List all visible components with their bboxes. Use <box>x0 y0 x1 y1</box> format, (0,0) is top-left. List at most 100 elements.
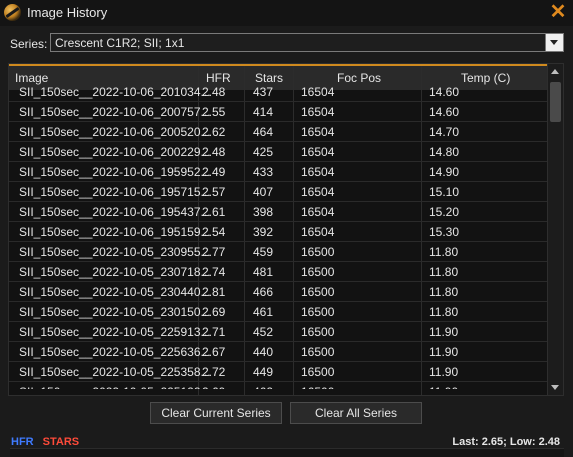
cell-foc-pos: 16504 <box>301 205 335 219</box>
clear-all-series-button[interactable]: Clear All Series <box>290 402 422 424</box>
cell-hfr: 2.55 <box>202 105 226 119</box>
table-row[interactable]: SII_150sec__2022-10-06_201034... 2.48 437 1… <box>9 82 549 102</box>
table-row[interactable]: SII_150sec__2022-10-06_195159... 2.54 392 1… <box>9 222 549 242</box>
cell-temp: 11.80 <box>429 285 459 299</box>
legend-hfr: HFR <box>11 436 34 448</box>
table-row[interactable]: SII_150sec__2022-10-05_230150... 2.69 461 1… <box>9 302 549 322</box>
series-value: Crescent C1R2; SII; 1x1 <box>55 36 185 50</box>
title-bar: Image History ✕ <box>0 0 573 26</box>
cell-image: SII_150sec__2022-10-06_195159... <box>19 225 211 239</box>
cell-foc-pos: 16504 <box>301 105 335 119</box>
cell-image: SII_150sec__2022-10-06_200229... <box>19 145 211 159</box>
scroll-thumb[interactable] <box>550 82 561 122</box>
cell-hfr: 2.71 <box>202 325 226 339</box>
cell-stars: 392 <box>253 225 274 239</box>
vertical-scrollbar[interactable] <box>547 64 563 395</box>
cell-image: SII_150sec__2022-10-06_195715... <box>19 185 211 199</box>
cell-image: SII_150sec__2022-10-05_225913... <box>19 325 211 339</box>
cell-hfr: 2.77 <box>202 245 226 259</box>
legend-stars: STARS <box>42 436 80 448</box>
cell-image: SII_150sec__2022-10-06_195952... <box>19 165 211 179</box>
cell-temp: 15.10 <box>429 185 460 199</box>
cell-stars: 407 <box>253 185 274 199</box>
cell-hfr: 2.48 <box>202 85 226 99</box>
series-dropdown[interactable]: Crescent C1R2; SII; 1x1 <box>50 33 564 52</box>
close-icon[interactable]: ✕ <box>549 2 567 22</box>
cell-temp: 11.90 <box>429 345 459 359</box>
cell-stars: 425 <box>253 145 274 159</box>
cell-stars: 414 <box>253 105 274 119</box>
table-row[interactable]: SII_150sec__2022-10-05_225358... 2.72 449 1… <box>9 362 549 382</box>
cell-hfr: 2.61 <box>202 205 226 219</box>
hfr-stats: Last: 2.65; Low: 2.48 <box>452 436 560 448</box>
cell-image: SII_150sec__2022-10-05_230440... <box>19 285 211 299</box>
series-label: Series: <box>10 37 48 51</box>
table-row[interactable]: SII_150sec__2022-10-06_200520... 2.62 464 1… <box>9 122 549 142</box>
table-row[interactable]: SII_150sec__2022-10-06_200229... 2.48 425 1… <box>9 142 549 162</box>
cell-stars: 440 <box>253 345 274 359</box>
cell-image: SII_150sec__2022-10-05_225122... <box>19 385 211 389</box>
cell-foc-pos: 16500 <box>301 305 335 319</box>
window-title: Image History <box>27 5 108 20</box>
table-row[interactable]: SII_150sec__2022-10-05_225122...2.69 462 1… <box>9 382 549 389</box>
cell-stars: 481 <box>253 265 274 279</box>
cell-image: SII_150sec__2022-10-05_230718... <box>19 265 211 279</box>
cell-temp: 11.90 <box>429 365 459 379</box>
cell-hfr: 2.57 <box>202 185 226 199</box>
table-row[interactable]: SII_150sec__2022-10-06_200757... 2.55 414 1… <box>9 102 549 122</box>
table-row[interactable]: SII_150sec__2022-10-05_225913... 2.71 452 1… <box>9 322 549 342</box>
cell-stars: 449 <box>253 365 274 379</box>
cell-temp: 11.80 <box>429 245 459 259</box>
table-row[interactable]: SII_150sec__2022-10-05_230440... 2.81 466 1… <box>9 282 549 302</box>
clear-current-series-button[interactable]: Clear Current Series <box>150 402 282 424</box>
cell-foc-pos: 16500 <box>301 265 335 279</box>
cell-stars: 437 <box>253 85 274 99</box>
cell-stars: 433 <box>253 165 274 179</box>
cell-stars: 466 <box>253 285 274 299</box>
cell-image: SII_150sec__2022-10-05_225636... <box>19 345 211 359</box>
cell-hfr: 2.72 <box>202 365 226 379</box>
cell-image: SII_150sec__2022-10-05_230955... <box>19 245 211 259</box>
cell-image: SII_150sec__2022-10-05_230150... <box>19 305 211 319</box>
cell-foc-pos: 16500 <box>301 245 335 259</box>
cell-temp: 11.80 <box>429 265 459 279</box>
chart-legend: HFR STARS <box>11 436 79 448</box>
cell-hfr: 2.48 <box>202 145 226 159</box>
scroll-up-icon[interactable] <box>551 69 559 74</box>
telescope-icon <box>4 4 21 21</box>
cell-foc-pos: 16500 <box>301 365 335 379</box>
cell-hfr: 2.74 <box>202 265 226 279</box>
cell-temp: 15.30 <box>429 225 460 239</box>
cell-foc-pos: 16500 <box>301 285 335 299</box>
table-row[interactable]: SII_150sec__2022-10-06_195715... 2.57 407 1… <box>9 182 549 202</box>
cell-foc-pos: 16504 <box>301 185 335 199</box>
cell-temp: 14.60 <box>429 105 460 119</box>
cell-stars: 398 <box>253 205 274 219</box>
cell-hfr: 2.81 <box>202 285 226 299</box>
cell-temp: 11.90 <box>429 325 459 339</box>
chevron-down-icon[interactable] <box>545 34 563 51</box>
table-row[interactable]: SII_150sec__2022-10-05_230718... 2.74 481 1… <box>9 262 549 282</box>
cell-temp: 14.90 <box>429 165 460 179</box>
table-body: SII_150sec__2022-10-06_201034... 2.48 437 1… <box>9 82 549 389</box>
scroll-down-icon[interactable] <box>551 385 559 390</box>
cell-hfr: 2.49 <box>202 165 226 179</box>
cell-stars: 464 <box>253 125 274 139</box>
cell-foc-pos: 16504 <box>301 145 335 159</box>
table-row[interactable]: SII_150sec__2022-10-06_195952... 2.49 433 1… <box>9 162 549 182</box>
cell-stars: 452 <box>253 325 274 339</box>
cell-temp: 14.60 <box>429 85 460 99</box>
cell-temp: 11.90 <box>429 385 458 389</box>
table-row[interactable]: SII_150sec__2022-10-05_230955... 2.77 459 1… <box>9 242 549 262</box>
cell-image: SII_150sec__2022-10-06_195437... <box>19 205 211 219</box>
cell-hfr: 2.54 <box>202 225 226 239</box>
cell-image: SII_150sec__2022-10-05_225358... <box>19 365 211 379</box>
cell-temp: 11.80 <box>429 305 459 319</box>
cell-stars: 461 <box>253 305 274 319</box>
table-row[interactable]: SII_150sec__2022-10-05_225636... 2.67 440 1… <box>9 342 549 362</box>
cell-foc-pos: 16500 <box>301 345 335 359</box>
cell-stars: 462 <box>253 385 273 389</box>
table-row[interactable]: SII_150sec__2022-10-06_195437... 2.61 398 1… <box>9 202 549 222</box>
image-history-table: Image HFR Stars Foc Pos Temp (C) SII_150… <box>8 63 564 396</box>
cell-image: SII_150sec__2022-10-06_200520... <box>19 125 211 139</box>
